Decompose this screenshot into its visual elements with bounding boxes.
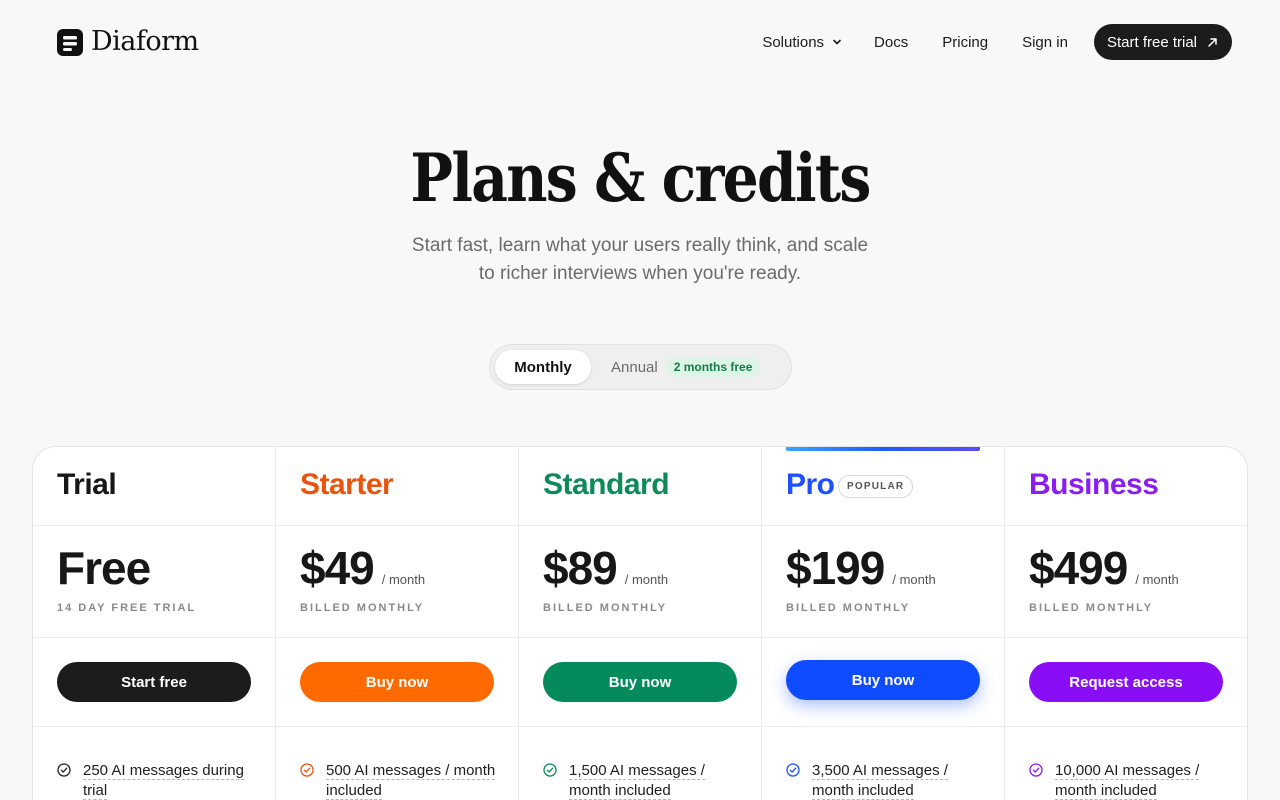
feature-text[interactable]: 3,500 AI messages / month included bbox=[812, 762, 948, 800]
price-period: / month bbox=[624, 572, 669, 587]
chevron-down-icon bbox=[833, 39, 841, 45]
nav-pricing[interactable]: Pricing bbox=[942, 34, 988, 51]
feature-text[interactable]: 10,000 AI messages / month included bbox=[1055, 762, 1200, 800]
plan-starter: Starter $49 / month BILLED MONTHLY Buy n… bbox=[276, 447, 519, 800]
price-value: $499 bbox=[1029, 542, 1128, 594]
page-subtitle: Start fast, learn what your users really… bbox=[411, 235, 869, 284]
nav-solutions-label: Solutions bbox=[762, 33, 825, 51]
plan-feature: 250 AI messages during trial bbox=[57, 761, 263, 800]
nav-solutions[interactable]: Solutions bbox=[762, 34, 842, 51]
check-circle-icon bbox=[1029, 763, 1043, 777]
buy-now-button[interactable]: Buy now bbox=[786, 660, 980, 700]
price-period: / month bbox=[1135, 572, 1179, 587]
top-nav: Diaform Solutions Docs Pricing Sign in S… bbox=[0, 0, 1280, 84]
arrow-up-right-icon bbox=[1208, 37, 1217, 47]
plan-billing-note: 14 DAY FREE TRIAL bbox=[57, 602, 197, 614]
price-value: $199 bbox=[786, 542, 885, 594]
price-period: / month bbox=[892, 572, 936, 587]
plan-pro: Pro POPULAR $199 / month BILLED MONTHLY … bbox=[762, 447, 1005, 800]
billing-annual-option[interactable]: Annual 2 months free bbox=[611, 350, 761, 384]
billing-monthly-option[interactable]: Monthly bbox=[495, 350, 591, 384]
plan-trial: Trial Free 14 DAY FREE TRIAL Start free … bbox=[33, 447, 276, 800]
plan-billing-note: BILLED MONTHLY bbox=[543, 602, 668, 614]
feature-text[interactable]: 500 AI messages / month included bbox=[326, 762, 496, 800]
plan-name: Trial bbox=[57, 468, 117, 501]
plan-name: Pro bbox=[786, 468, 835, 501]
start-free-trial-label: Start free trial bbox=[1106, 33, 1197, 51]
check-circle-icon bbox=[300, 763, 314, 777]
price-value: $89 bbox=[543, 542, 618, 594]
document-stack-icon bbox=[57, 28, 83, 56]
request-access-button[interactable]: Request access bbox=[1029, 662, 1223, 702]
plan-feature: 1,500 AI messages / month included bbox=[543, 761, 749, 800]
plan-feature: 3,500 AI messages / month included bbox=[786, 761, 992, 800]
plan-billing-note: BILLED MONTHLY bbox=[786, 602, 911, 614]
plan-name: Standard bbox=[543, 468, 670, 501]
nav-signin[interactable]: Sign in bbox=[1022, 34, 1068, 51]
annual-discount-badge: 2 months free bbox=[665, 357, 761, 377]
plan-feature: 10,000 AI messages / month included bbox=[1029, 761, 1235, 800]
nav-docs[interactable]: Docs bbox=[874, 34, 908, 51]
plan-price: $499 / month bbox=[1029, 542, 1179, 606]
plan-price: Free bbox=[57, 542, 151, 594]
plan-price: $49 / month bbox=[300, 542, 425, 606]
plan-name: Business bbox=[1029, 468, 1159, 501]
feature-text[interactable]: 1,500 AI messages / month included bbox=[569, 762, 705, 800]
plan-price: $89 / month bbox=[543, 542, 668, 606]
start-free-button[interactable]: Start free bbox=[57, 662, 251, 702]
page-title: Plans & credits bbox=[410, 139, 871, 217]
brand-logo[interactable]: Diaform bbox=[57, 27, 199, 57]
plan-business: Business $499 / month BILLED MONTHLY Req… bbox=[1005, 447, 1247, 800]
buy-now-button[interactable]: Buy now bbox=[300, 662, 494, 702]
plan-standard: Standard $89 / month BILLED MONTHLY Buy … bbox=[519, 447, 762, 800]
check-circle-icon bbox=[786, 763, 800, 777]
plan-name: Starter bbox=[300, 468, 394, 501]
billing-annual-label: Annual bbox=[611, 358, 658, 376]
check-circle-icon bbox=[57, 763, 71, 777]
plan-billing-note: BILLED MONTHLY bbox=[1029, 602, 1154, 614]
popular-accent-bar bbox=[786, 447, 980, 451]
price-value: $49 bbox=[300, 542, 375, 594]
price-value: Free bbox=[57, 542, 151, 594]
plan-feature: 500 AI messages / month included bbox=[300, 761, 506, 800]
plan-price: $199 / month bbox=[786, 542, 936, 606]
price-period: / month bbox=[381, 572, 426, 587]
billing-toggle: Monthly Annual 2 months free bbox=[489, 344, 792, 390]
start-free-trial-button[interactable]: Start free trial bbox=[1093, 24, 1232, 60]
feature-text[interactable]: 250 AI messages during trial bbox=[83, 762, 244, 800]
check-circle-icon bbox=[543, 763, 557, 777]
popular-badge: POPULAR bbox=[838, 475, 914, 498]
buy-now-button[interactable]: Buy now bbox=[543, 662, 737, 702]
plan-billing-note: BILLED MONTHLY bbox=[300, 602, 425, 614]
nav-links: Solutions Docs Pricing Sign in Start fre… bbox=[762, 24, 1232, 60]
plans-table: Trial Free 14 DAY FREE TRIAL Start free … bbox=[32, 446, 1248, 800]
brand-name: Diaform bbox=[91, 26, 199, 57]
